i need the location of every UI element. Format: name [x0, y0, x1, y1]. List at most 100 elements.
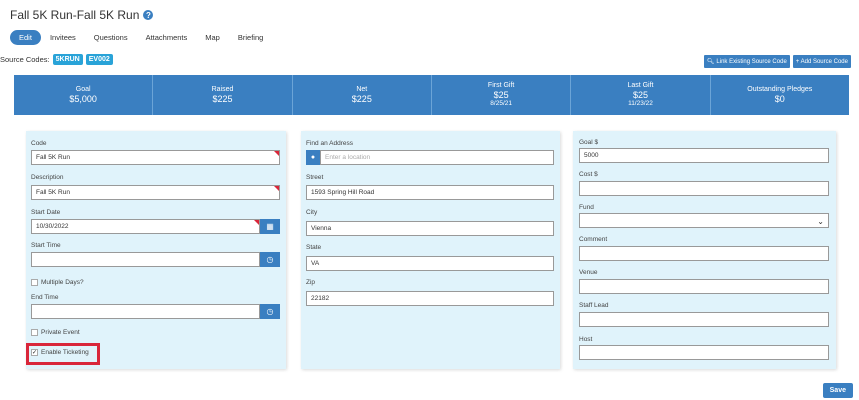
stat-value: $225	[351, 93, 372, 104]
stat-label: Outstanding Pledges	[747, 85, 813, 93]
chevron-down-icon: ⌄	[817, 217, 824, 226]
state-label: State	[306, 244, 322, 251]
goal-field[interactable]: 5000	[579, 148, 829, 163]
address-panel: Find an Address ● Enter a location Stree…	[301, 131, 560, 369]
add-source-code-button[interactable]: + Add Source Code	[792, 55, 851, 68]
stat-net: Net $225	[293, 75, 432, 115]
staff-lead-label: Staff Lead	[579, 302, 609, 309]
required-marker	[254, 220, 259, 225]
required-marker	[274, 151, 279, 156]
start-time-field[interactable]	[31, 252, 260, 267]
source-code-actions: 🔍︎ Link Existing Source Code + Add Sourc…	[703, 55, 851, 68]
calendar-icon[interactable]: ▦	[260, 219, 280, 234]
goal-value: 5000	[584, 152, 599, 159]
stat-label: Raised	[211, 85, 234, 93]
stat-label: Goal	[75, 85, 91, 93]
link-source-code-button[interactable]: 🔍︎ Link Existing Source Code	[703, 55, 790, 68]
stat-date: 8/25/21	[490, 100, 512, 108]
end-time-label: End Time	[31, 294, 59, 301]
save-button[interactable]: Save	[822, 383, 853, 398]
stat-value: $225	[212, 93, 233, 104]
code-field[interactable]: Fall 5K Run	[31, 150, 280, 165]
multiple-days-checkbox[interactable]: Multiple Days?	[31, 279, 84, 286]
stats-bar: Goal $5,000 Raised $225 Net $225 First G…	[14, 75, 849, 115]
comment-label: Comment	[579, 236, 608, 243]
city-value: Vienna	[311, 225, 332, 232]
event-details-panel: Code Fall 5K Run Description Fall 5K Run…	[26, 131, 286, 369]
stat-date: 11/23/22	[628, 100, 653, 108]
page-title: Fall 5K Run-Fall 5K Run	[10, 8, 140, 22]
multiple-days-label: Multiple Days?	[41, 279, 84, 286]
stat-goal: Goal $5,000	[14, 75, 154, 115]
start-date-label: Start Date	[31, 209, 61, 216]
tab-attachments[interactable]: Attachments	[137, 30, 197, 45]
stat-value: $25	[493, 90, 509, 101]
venue-label: Venue	[579, 269, 598, 276]
source-code-badge[interactable]: EV002	[85, 54, 113, 65]
highlight-box	[26, 343, 100, 365]
stat-last-gift: Last Gift $25 11/23/22	[571, 75, 711, 115]
tab-map[interactable]: Map	[196, 30, 229, 45]
stat-value: $0	[774, 93, 785, 104]
find-address-placeholder: Enter a location	[325, 154, 371, 161]
find-address-label: Find an Address	[306, 140, 353, 147]
private-event-checkbox[interactable]: Private Event	[31, 329, 80, 336]
start-date-field[interactable]: 10/30/2022	[31, 219, 260, 234]
goal-label: Goal $	[579, 139, 599, 146]
state-value: VA	[311, 260, 320, 267]
checkbox-icon	[31, 329, 38, 336]
city-label: City	[306, 209, 318, 216]
code-label: Code	[31, 140, 47, 147]
location-pin-icon[interactable]: ●	[306, 150, 320, 165]
checkbox-icon	[31, 279, 38, 286]
tab-edit[interactable]: Edit	[10, 30, 41, 45]
description-field[interactable]: Fall 5K Run	[31, 185, 280, 200]
stat-value: $25	[632, 90, 648, 101]
cost-label: Cost $	[579, 171, 598, 178]
staff-lead-field[interactable]	[579, 312, 829, 327]
street-value: 1593 Spring Hill Road	[311, 189, 375, 196]
cost-field[interactable]	[579, 181, 829, 196]
venue-field[interactable]	[579, 279, 829, 294]
source-codes-label: Source Codes:	[0, 55, 50, 64]
source-code-badge[interactable]: 5KRUN	[52, 54, 83, 65]
stat-value: $5,000	[69, 93, 97, 104]
tab-questions[interactable]: Questions	[85, 30, 137, 45]
clock-icon[interactable]: ◷	[260, 304, 280, 319]
zip-field[interactable]: 22182	[306, 291, 554, 306]
tab-bar: Edit Invitees Questions Attachments Map …	[10, 30, 272, 45]
stat-first-gift: First Gift $25 8/25/21	[432, 75, 572, 115]
start-date-value: 10/30/2022	[36, 223, 69, 230]
zip-label: Zip	[306, 279, 316, 286]
fund-label: Fund	[579, 204, 594, 211]
street-label: Street	[306, 174, 324, 181]
stat-label: First Gift	[487, 82, 515, 90]
start-time-label: Start Time	[31, 242, 61, 249]
private-event-label: Private Event	[41, 329, 80, 336]
stat-outstanding-pledges: Outstanding Pledges $0	[711, 75, 849, 115]
host-label: Host	[579, 336, 593, 343]
search-icon: 🔍︎	[706, 59, 715, 65]
end-time-field[interactable]	[31, 304, 260, 319]
stat-label: Last Gift	[627, 82, 654, 90]
find-address-input[interactable]: Enter a location	[320, 150, 554, 165]
help-icon[interactable]: ?	[143, 10, 154, 20]
clock-icon[interactable]: ◷	[260, 252, 280, 267]
tab-briefing[interactable]: Briefing	[229, 30, 272, 45]
description-label: Description	[31, 174, 64, 181]
zip-value: 22182	[311, 295, 330, 302]
comment-field[interactable]	[579, 246, 829, 261]
tab-invitees[interactable]: Invitees	[41, 30, 85, 45]
host-field[interactable]	[579, 345, 829, 360]
required-marker	[274, 186, 279, 191]
description-value: Fall 5K Run	[36, 189, 70, 196]
city-field[interactable]: Vienna	[306, 221, 554, 236]
link-source-code-label: Link Existing Source Code	[716, 58, 787, 65]
fund-select[interactable]: ⌄	[579, 213, 829, 228]
state-field[interactable]: VA	[306, 256, 554, 271]
street-field[interactable]: 1593 Spring Hill Road	[306, 185, 554, 200]
stat-raised: Raised $225	[153, 75, 293, 115]
page-title-bar: Fall 5K Run-Fall 5K Run ?	[10, 8, 154, 22]
stat-label: Net	[356, 85, 368, 93]
source-codes-row: Source Codes: 5KRUN EV002	[0, 54, 113, 65]
